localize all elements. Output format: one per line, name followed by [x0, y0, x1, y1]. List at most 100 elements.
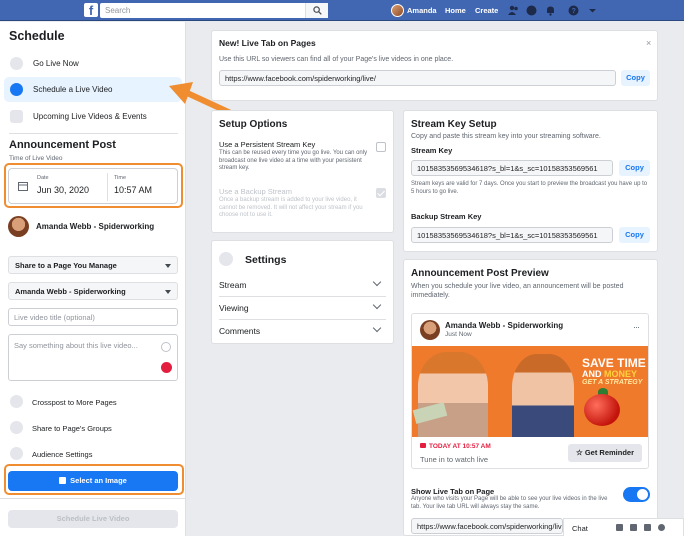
get-reminder-button[interactable]: ☆ Get Reminder	[568, 444, 642, 462]
post-timestamp: Just Now	[445, 331, 472, 338]
backup-stream-key-field[interactable]: 10158353569534618?s_bl=1&s_sc=1015835356…	[411, 227, 613, 243]
live-tab-url-field[interactable]: https://www.facebook.com/spiderworking/l…	[219, 70, 616, 86]
profile-avatar[interactable]	[391, 4, 404, 17]
stream-key-setup-desc: Copy and paste this stream key into your…	[411, 133, 601, 140]
compose-icon[interactable]	[616, 524, 623, 531]
page-dropdown[interactable]: Amanda Webb - Spiderworking	[8, 282, 178, 300]
gear-icon[interactable]	[658, 524, 665, 531]
share-to-groups-option[interactable]: Share to Page's Groups	[8, 419, 178, 437]
video-call-icon[interactable]	[644, 524, 651, 531]
persistent-key-desc: This can be reused every time you go liv…	[219, 150, 368, 171]
messenger-icon[interactable]	[526, 5, 537, 16]
calendar-icon	[10, 110, 23, 123]
sidebar-item-label: Upcoming Live Videos & Events	[33, 112, 147, 121]
announcement-post-heading: Announcement Post	[9, 139, 116, 151]
crosspost-icon	[10, 395, 23, 408]
button-label: Get Reminder	[584, 448, 634, 457]
chevron-down-icon[interactable]	[587, 5, 598, 16]
sidebar-title: Schedule	[9, 29, 65, 43]
search-input[interactable]	[100, 3, 328, 18]
settings-row-stream[interactable]: Stream	[211, 274, 394, 296]
close-icon[interactable]: ×	[646, 38, 651, 48]
people-icon[interactable]	[630, 524, 637, 531]
stream-key-field[interactable]: 10158353569534618?s_bl=1&s_sc=1015835356…	[411, 160, 613, 176]
thumbnail-text-and: AND	[582, 369, 602, 379]
backup-stream-label: Use a Backup Stream	[219, 187, 292, 196]
chevron-down-icon	[372, 323, 382, 333]
backup-stream-desc: Once a backup stream is added to your li…	[219, 197, 363, 218]
svg-text:?: ?	[572, 8, 576, 15]
sidebar-item-schedule-live-video[interactable]: Schedule a Live Video	[4, 77, 182, 102]
notifications-bell-icon[interactable]	[545, 5, 556, 16]
persistent-key-label: Use a Persistent Stream Key	[219, 140, 316, 149]
sidebar-item-upcoming-live-videos[interactable]: Upcoming Live Videos & Events	[4, 104, 182, 129]
show-live-tab-desc: Anyone who visits your Page will be able…	[411, 496, 608, 510]
top-navigation-bar: f Amanda Home Create ?	[0, 0, 684, 21]
friends-icon[interactable]	[508, 5, 519, 16]
more-options-icon[interactable]: ···	[633, 322, 640, 332]
caret-down-icon	[165, 264, 171, 268]
copy-stream-key-button[interactable]: Copy	[619, 160, 650, 176]
sidebar-item-go-live-now[interactable]: Go Live Now	[4, 51, 182, 76]
facebook-logo-icon[interactable]: f	[84, 3, 98, 17]
live-video-title-input[interactable]	[8, 308, 178, 326]
sidebar-item-label: Schedule a Live Video	[33, 85, 113, 94]
gear-icon	[219, 252, 233, 266]
stream-key-label: Stream Key	[411, 146, 453, 155]
search-button[interactable]	[305, 3, 328, 18]
stream-key-setup-title: Stream Key Setup	[411, 119, 497, 130]
live-video-description-input[interactable]	[8, 334, 178, 381]
time-of-live-video-label: Time of Live Video	[9, 155, 63, 162]
post-author-name: Amanda Webb - Spiderworking	[445, 321, 564, 330]
dropdown-value: Share to a Page You Manage	[15, 261, 117, 270]
avatar	[420, 320, 440, 340]
thumbnail-text-2: AND MONEY	[582, 369, 637, 379]
settings-row-viewing[interactable]: Viewing	[211, 297, 394, 319]
copy-live-tab-url-button[interactable]: Copy	[621, 70, 650, 86]
video-thumbnail: SAVE TIME AND MONEY GET A STRATEGY	[412, 346, 648, 437]
crosspost-option[interactable]: Crosspost to More Pages	[8, 393, 178, 411]
profile-link[interactable]: Amanda	[407, 6, 437, 15]
copy-backup-stream-key-button[interactable]: Copy	[619, 227, 650, 243]
option-label: Audience Settings	[32, 450, 93, 459]
audience-settings-option[interactable]: Audience Settings	[8, 445, 178, 463]
avatar	[8, 216, 29, 237]
setup-options-title: Setup Options	[219, 119, 288, 130]
show-live-tab-label: Show Live Tab on Page	[411, 487, 495, 496]
account-selector[interactable]: Amanda Webb - Spiderworking	[8, 216, 178, 238]
chevron-down-icon	[372, 277, 382, 287]
tune-in-text: Tune in to watch live	[420, 455, 489, 464]
thumbnail-text-money: MONEY	[604, 369, 638, 379]
sticker-icon[interactable]	[161, 362, 172, 373]
settings-row-label: Comments	[219, 326, 261, 336]
schedule-live-video-button[interactable]: Schedule Live Video	[8, 510, 178, 528]
annotation-highlight-select-image	[4, 464, 184, 495]
chat-bar[interactable]: Chat	[563, 518, 684, 536]
home-link[interactable]: Home	[445, 6, 466, 15]
create-link[interactable]: Create	[475, 6, 498, 15]
share-destination-dropdown[interactable]: Share to a Page You Manage	[8, 256, 178, 274]
star-icon: ☆	[576, 448, 585, 457]
sidebar-item-label: Go Live Now	[33, 59, 79, 68]
show-live-tab-toggle[interactable]	[623, 487, 650, 502]
audience-icon	[10, 447, 23, 460]
emoji-icon[interactable]	[161, 342, 171, 352]
schedule-sidebar: Schedule Go Live Now Schedule a Live Vid…	[0, 22, 186, 536]
persistent-key-checkbox[interactable]	[376, 142, 386, 152]
chevron-down-icon	[372, 300, 382, 310]
show-live-tab-url-field[interactable]: https://www.facebook.com/spiderworking/l…	[411, 518, 563, 534]
divider	[9, 133, 178, 134]
help-icon[interactable]: ?	[568, 5, 579, 16]
stream-key-note: Stream keys are valid for 7 days. Once y…	[411, 181, 648, 195]
thumbnail-person-1	[418, 352, 488, 437]
account-name: Amanda Webb - Spiderworking	[36, 222, 155, 231]
thumbnail-text-3: GET A STRATEGY	[582, 379, 643, 386]
live-tab-banner-desc: Use this URL so viewers can find all of …	[219, 56, 454, 63]
settings-row-comments[interactable]: Comments	[211, 320, 394, 342]
settings-title: Settings	[245, 254, 287, 266]
option-label: Crosspost to More Pages	[32, 398, 117, 407]
backup-stream-checkbox[interactable]	[376, 188, 386, 198]
chat-label: Chat	[572, 524, 588, 533]
announcement-preview-title: Announcement Post Preview	[411, 268, 549, 279]
annotation-highlight-date-time	[4, 163, 183, 208]
